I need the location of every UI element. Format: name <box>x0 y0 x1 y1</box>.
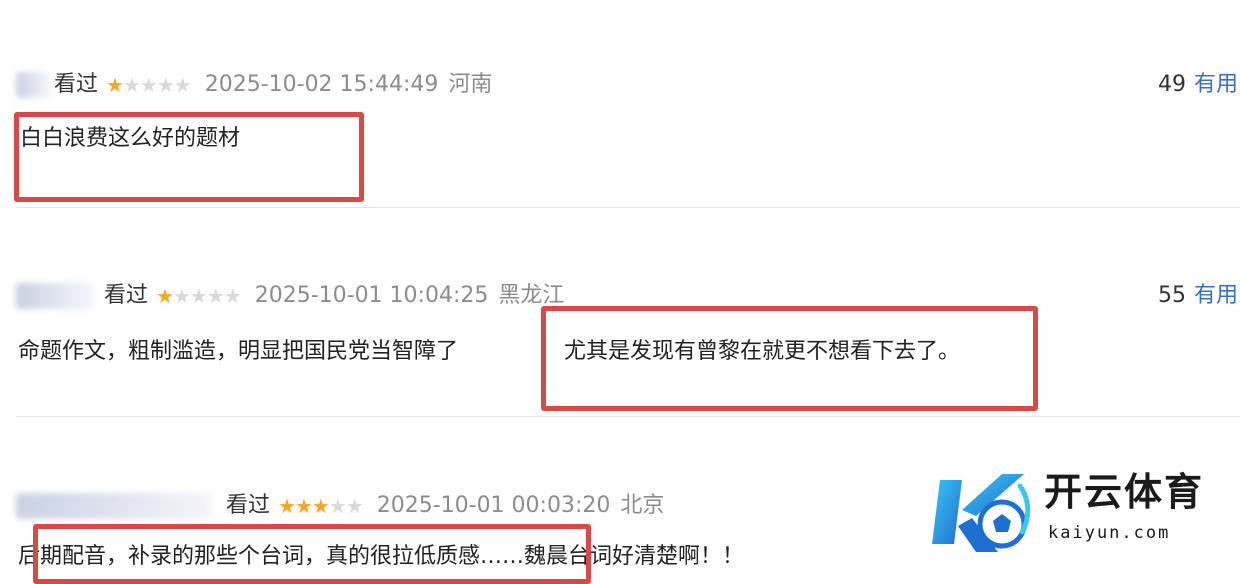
divider <box>16 207 1240 208</box>
brand-watermark: 开云体育 kaiyun.com <box>932 466 1226 562</box>
star-icon: ★ <box>189 284 208 308</box>
watermark-url: kaiyun.com <box>1048 523 1171 543</box>
blurred-username[interactable] <box>16 493 212 519</box>
star-icon: ★ <box>311 494 330 518</box>
vote-count: 55 <box>1157 283 1186 308</box>
useful-button[interactable]: 有用 <box>1194 283 1238 308</box>
watch-status: 看过 <box>54 72 99 97</box>
vote-area: 55 有用 <box>1158 281 1238 311</box>
star-icon: ★ <box>223 284 242 308</box>
review-item: 看过 ★ ★ ★ ★ ★ 2025-10-01 10:04:25 黑龙江 55 有… <box>0 209 1240 417</box>
divider <box>16 416 1240 417</box>
watermark-title: 开云体育 <box>1044 470 1205 514</box>
star-rating: ★ ★ ★ ★ ★ <box>106 70 192 100</box>
review-meta: 看过 ★ ★ ★ ★ ★ 2025-10-02 15:44:49 河南 <box>16 70 492 100</box>
star-rating: ★ ★ ★ ★ ★ <box>156 281 242 311</box>
star-icon: ★ <box>206 284 225 308</box>
review-location: 北京 <box>620 493 665 518</box>
highlight-box <box>541 306 1038 411</box>
useful-button[interactable]: 有用 <box>1194 72 1238 97</box>
watch-status: 看过 <box>104 283 149 308</box>
review-time: 2025-10-01 10:04:25 <box>254 283 489 308</box>
review-item: 看过 ★ ★ ★ ★ ★ 2025-10-02 15:44:49 河南 49 有用… <box>0 0 1240 208</box>
star-icon: ★ <box>156 73 175 97</box>
star-icon: ★ <box>156 284 174 308</box>
review-location: 河南 <box>448 72 493 97</box>
star-icon: ★ <box>122 73 141 97</box>
star-icon: ★ <box>173 73 192 97</box>
star-icon: ★ <box>278 494 296 518</box>
review-meta: 看过 ★ ★ ★ ★ ★ 2025-10-01 00:03:20 北京 <box>16 491 664 521</box>
star-icon: ★ <box>139 73 158 97</box>
star-icon: ★ <box>294 494 313 518</box>
star-icon: ★ <box>106 73 124 97</box>
vote-count: 49 <box>1157 72 1186 97</box>
review-time: 2025-10-02 15:44:49 <box>204 72 439 97</box>
highlight-box <box>33 524 591 584</box>
review-content: 命题作文，粗制滥造，明显把国民党当智障了 <box>18 339 459 364</box>
kaiyun-logo-icon <box>932 474 1031 552</box>
star-icon: ★ <box>345 494 364 518</box>
star-rating: ★ ★ ★ ★ ★ <box>278 491 364 521</box>
watch-status: 看过 <box>226 493 271 518</box>
highlight-box <box>14 112 364 202</box>
star-icon: ★ <box>328 494 347 518</box>
blurred-username[interactable] <box>16 283 94 309</box>
star-icon: ★ <box>172 284 191 308</box>
review-meta: 看过 ★ ★ ★ ★ ★ 2025-10-01 10:04:25 黑龙江 <box>16 281 564 311</box>
review-time: 2025-10-01 00:03:20 <box>376 493 611 518</box>
vote-area: 49 有用 <box>1158 70 1238 100</box>
blurred-username[interactable] <box>16 72 50 98</box>
